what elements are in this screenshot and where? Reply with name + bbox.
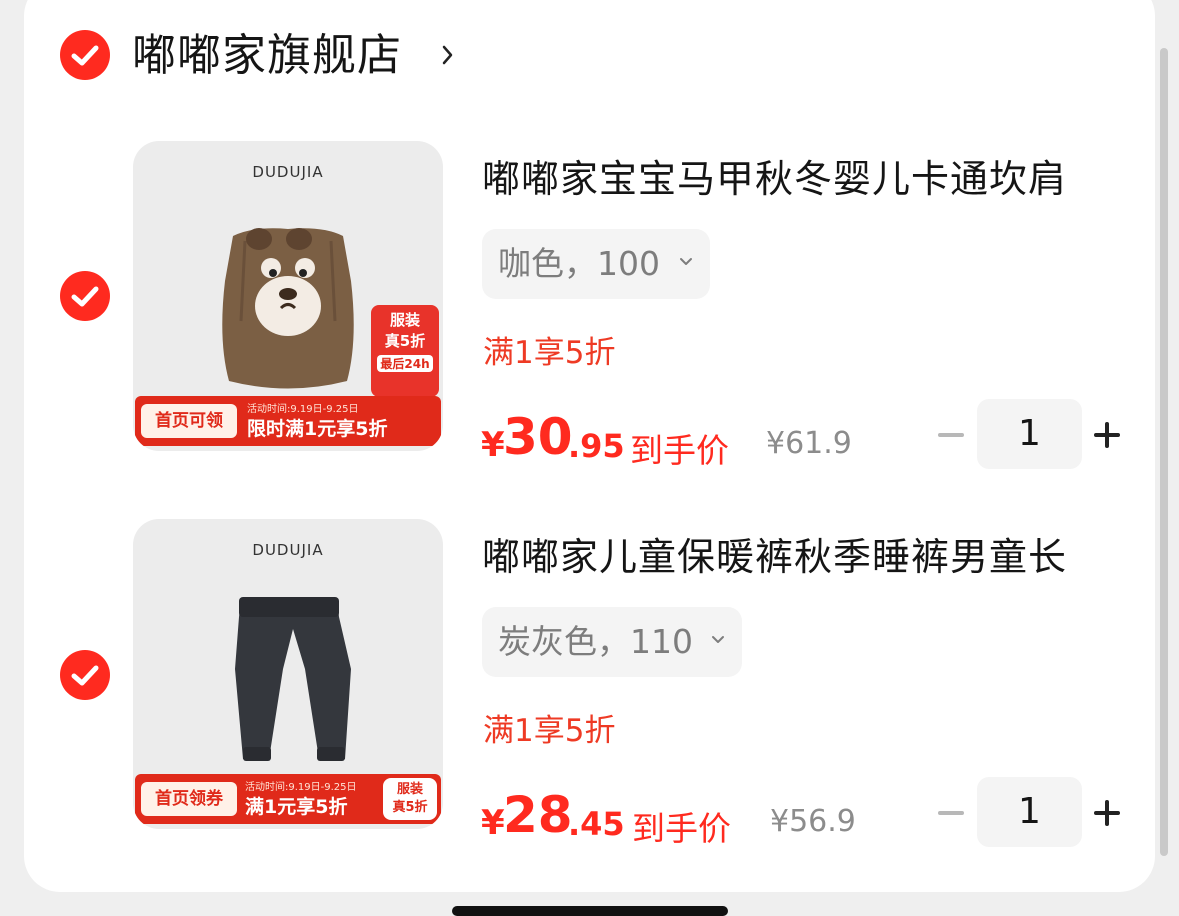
product-image[interactable]: DUDUJIA 服装 真5折 最后24h 首页可领 活动时间:9.19日-9.2… (133, 141, 443, 451)
shop-checkbox[interactable] (60, 30, 110, 80)
checkmark-icon (71, 286, 99, 307)
price-symbol: ¥ (481, 425, 505, 465)
price-integer: 28 (503, 786, 573, 844)
item-checkbox[interactable] (60, 271, 110, 321)
sku-label: 咖色，100 (498, 244, 660, 283)
sku-selector[interactable]: 咖色，100 (482, 229, 710, 299)
price-symbol: ¥ (481, 803, 505, 843)
increase-button[interactable] (1094, 800, 1120, 826)
price-decimal: .45 (568, 805, 625, 843)
quantity-field[interactable]: 1 (977, 399, 1082, 469)
chevron-right-icon[interactable] (440, 42, 456, 68)
sale-tag: 服装 真5折 (383, 778, 437, 820)
product-title[interactable]: 嘟嘟家宝宝马甲秋冬婴儿卡通坎肩 (482, 154, 1067, 204)
sale-tag: 服装 真5折 最后24h (371, 305, 439, 397)
final-price-label: 到手价 (632, 809, 731, 848)
promo-strip: 首页可领 活动时间:9.19日-9.25日 限时满1元享5折 (135, 396, 441, 446)
promo-strip: 首页领券 活动时间:9.19日-9.25日 满1元享5折 服装 真5折 (135, 774, 441, 824)
strip-date: 活动时间:9.19日-9.25日 (247, 404, 359, 415)
promo-text: 满1享5折 (483, 335, 616, 371)
shop-name[interactable]: 嘟嘟家旗舰店 (132, 28, 402, 84)
original-price: ¥56.9 (770, 804, 856, 839)
sku-label: 炭灰色，110 (498, 622, 693, 661)
promo-text: 满1享5折 (483, 713, 616, 749)
home-indicator (452, 906, 728, 916)
final-price-label: 到手价 (630, 431, 729, 470)
price-integer: 30 (503, 408, 573, 466)
strip-left-label: 首页领券 (141, 782, 237, 816)
increase-button[interactable] (1094, 422, 1120, 448)
item-checkbox[interactable] (60, 650, 110, 700)
price-decimal: .95 (568, 427, 625, 465)
checkmark-icon (71, 665, 99, 686)
strip-main-text: 满1元享5折 (245, 796, 348, 818)
product-title[interactable]: 嘟嘟家儿童保暖裤秋季睡裤男童长 (482, 532, 1067, 582)
decrease-button[interactable] (938, 811, 964, 815)
scrollbar[interactable] (1160, 48, 1168, 856)
chevron-down-icon (680, 258, 692, 265)
strip-main-text: 限时满1元享5折 (247, 418, 388, 440)
quantity-field[interactable]: 1 (977, 777, 1082, 847)
product-image[interactable]: DUDUJIA 首页领券 活动时间:9.19日-9.25日 满1元享5折 服装 … (133, 519, 443, 829)
strip-left-label: 首页可领 (141, 404, 237, 438)
chevron-down-icon (712, 636, 724, 643)
sku-selector[interactable]: 炭灰色，110 (482, 607, 742, 677)
original-price: ¥61.9 (766, 426, 852, 461)
strip-date: 活动时间:9.19日-9.25日 (245, 782, 357, 793)
checkmark-icon (71, 45, 99, 66)
decrease-button[interactable] (938, 433, 964, 437)
